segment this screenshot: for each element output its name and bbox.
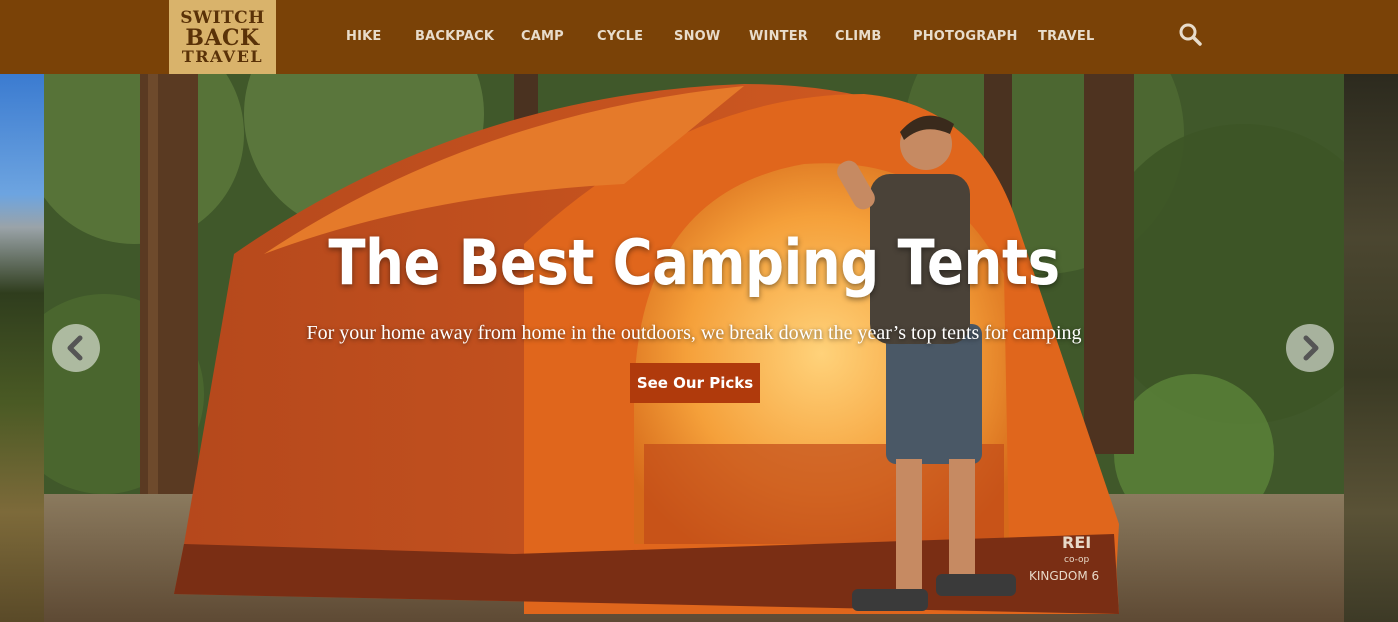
site-header: SWITCH BACK TRAVEL HIKE BACKPACK CAMP CY… bbox=[0, 0, 1398, 74]
nav-item-backpack[interactable]: BACKPACK bbox=[415, 29, 494, 44]
hero-image: REI co-op KINGDOM 6 bbox=[44, 74, 1344, 622]
tent-model: KINGDOM 6 bbox=[1029, 569, 1099, 583]
tent-brand: REI bbox=[1062, 533, 1091, 552]
nav-item-climb[interactable]: CLIMB bbox=[835, 29, 882, 44]
chevron-left-icon bbox=[67, 335, 83, 361]
nav-item-winter[interactable]: WINTER bbox=[749, 29, 808, 44]
nav-item-cycle[interactable]: CYCLE bbox=[597, 29, 643, 44]
nav-item-travel[interactable]: TRAVEL bbox=[1038, 29, 1094, 44]
search-icon[interactable] bbox=[1178, 22, 1204, 48]
prev-slide-peek bbox=[0, 74, 44, 622]
tent-brand-sub: co-op bbox=[1064, 555, 1090, 565]
logo-line-2: BACK bbox=[185, 24, 260, 51]
next-slide-button[interactable] bbox=[1286, 324, 1334, 372]
logo-line-3: TRAVEL bbox=[181, 46, 264, 66]
site-logo[interactable]: SWITCH BACK TRAVEL bbox=[169, 0, 276, 74]
nav-item-snow[interactable]: SNOW bbox=[674, 29, 720, 44]
hero-subtitle: For your home away from home in the outd… bbox=[306, 322, 1082, 344]
see-our-picks-button[interactable]: See Our Picks bbox=[630, 363, 760, 403]
prev-slide-button[interactable] bbox=[52, 324, 100, 372]
hero-slider: REI co-op KINGDOM 6 The Best Camping Ten… bbox=[44, 74, 1344, 622]
hero-title: The Best Camping Tents bbox=[328, 226, 1060, 299]
nav-item-hike[interactable]: HIKE bbox=[346, 29, 381, 44]
chevron-right-icon bbox=[1303, 335, 1319, 361]
logo-line-1: SWITCH bbox=[180, 7, 265, 28]
nav-item-camp[interactable]: CAMP bbox=[521, 29, 564, 44]
nav-item-photograph[interactable]: PHOTOGRAPH bbox=[913, 29, 1018, 44]
next-slide-peek bbox=[1344, 74, 1398, 622]
